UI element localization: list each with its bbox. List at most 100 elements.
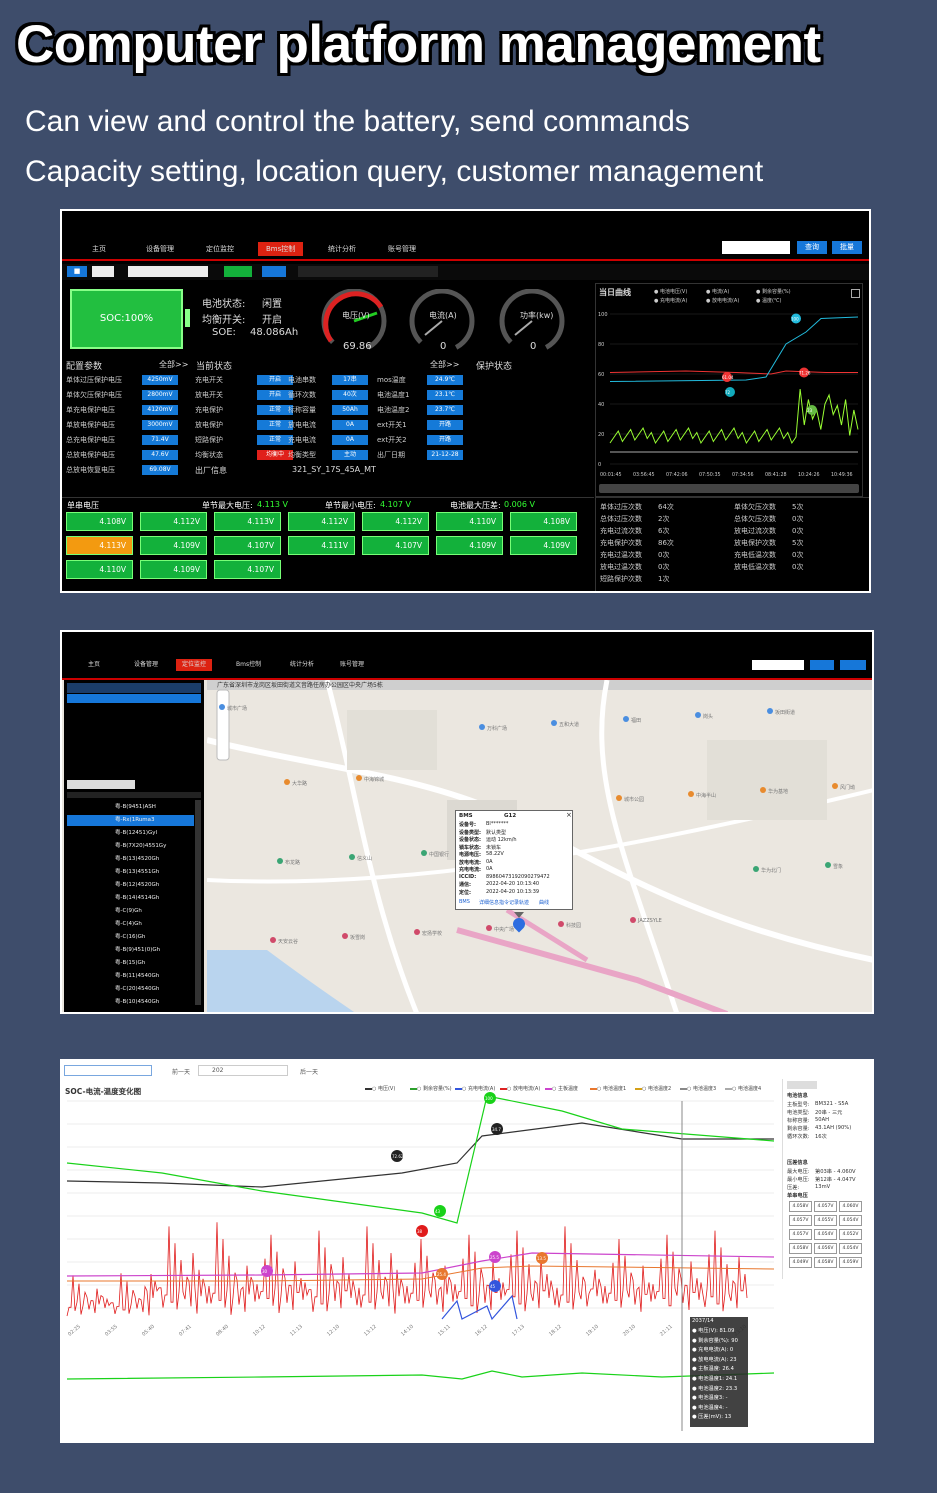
prot-right-key: 充电低温次数 <box>734 551 776 559</box>
state-value[interactable]: 23.1℃ <box>427 390 463 400</box>
nav-item[interactable]: 定位监控 <box>198 242 242 256</box>
device-list-item[interactable]: 粤-B(9451)ASH <box>67 802 194 813</box>
map-nav-item[interactable]: 账号管理 <box>334 659 370 671</box>
state-value[interactable]: 主动 <box>332 450 368 460</box>
curve-zoom-slider[interactable] <box>599 484 859 493</box>
config-value[interactable]: 3000mV <box>142 420 178 430</box>
poi-icon[interactable] <box>630 917 636 923</box>
device-list-item[interactable]: 粤-B(7X20)4551Gy <box>67 841 194 852</box>
map-nav-item[interactable]: Bms控制 <box>230 659 267 671</box>
map-nav-item[interactable]: 设备管理 <box>128 659 164 671</box>
device-search-input[interactable] <box>67 780 135 789</box>
config-value[interactable]: 4120mV <box>142 405 178 415</box>
state-value[interactable]: 40次 <box>332 390 368 400</box>
current-gauge-label: 电流(A) <box>429 311 457 320</box>
green-action-button[interactable] <box>224 266 252 277</box>
device-list-item[interactable]: 粤-C(20)4540Gh <box>67 984 194 995</box>
poi-icon[interactable] <box>479 724 485 730</box>
popup-value: 0A <box>486 858 493 865</box>
map-nav-item[interactable]: 统计分析 <box>284 659 320 671</box>
device-list-item[interactable]: 粤-B(9)451(0)Gh <box>67 945 194 956</box>
poi-icon[interactable] <box>349 854 355 860</box>
poi-icon[interactable] <box>414 929 420 935</box>
nav-item[interactable]: 账号管理 <box>380 242 424 256</box>
nav-item[interactable]: Bms控制 <box>258 242 304 256</box>
poi-icon[interactable] <box>551 720 557 726</box>
nav-item[interactable]: 设备管理 <box>138 242 182 256</box>
poi-icon[interactable] <box>688 791 694 797</box>
poi-icon[interactable] <box>753 866 759 872</box>
poi-icon[interactable] <box>486 925 492 931</box>
popup-link[interactable]: 曲线 <box>539 899 549 906</box>
device-list-item[interactable]: 粤-C(16)Gh <box>67 932 194 943</box>
page-title: Computer platform management <box>16 15 821 74</box>
export-button[interactable]: 批量 <box>832 241 862 254</box>
state-value[interactable]: 17串 <box>332 375 368 385</box>
map-nav-item[interactable]: 主页 <box>82 659 106 671</box>
device-list-item[interactable]: 粤-B(13)4551Gh <box>67 867 194 878</box>
device-list-item[interactable]: 粤-B(12451)Gyl <box>67 828 194 839</box>
config-value[interactable]: 4250mV <box>142 375 178 385</box>
balance-switch-value: 开启 <box>262 315 282 326</box>
config-value[interactable]: 2800mV <box>142 390 178 400</box>
device-list-item[interactable]: 粤-C(9)Gh <box>67 906 194 917</box>
map-export-button[interactable] <box>840 660 866 670</box>
device-list-item[interactable]: 粤-C(4)Gh <box>67 919 194 930</box>
device-select[interactable] <box>128 266 208 277</box>
list-scrollbar[interactable] <box>195 800 201 1005</box>
query-button[interactable]: 查询 <box>797 241 827 254</box>
poi-icon[interactable] <box>832 783 838 789</box>
popup-close-icon[interactable]: × <box>566 811 572 819</box>
max-diff-value: 0.006 V <box>504 500 535 509</box>
poi-icon[interactable] <box>356 775 362 781</box>
device-list-item[interactable]: 粤-B(12)4520Gh <box>67 880 194 891</box>
subtitle-line-1: Can view and control the battery, send c… <box>25 105 690 138</box>
poi-icon[interactable] <box>623 716 629 722</box>
map-query-button[interactable] <box>810 660 834 670</box>
popup-link[interactable]: 详细信息 <box>479 899 499 906</box>
state-value[interactable]: 23.7℃ <box>427 405 463 415</box>
side-cell: 4.054V <box>839 1215 862 1226</box>
poi-icon[interactable] <box>284 779 290 785</box>
poi-icon[interactable] <box>342 933 348 939</box>
state-value[interactable]: 开路 <box>427 435 463 445</box>
poi-icon[interactable] <box>616 795 622 801</box>
config-value[interactable]: 71.4V <box>142 435 178 445</box>
poi-icon[interactable] <box>760 787 766 793</box>
poi-icon[interactable] <box>695 712 701 718</box>
config-value[interactable]: 47.6V <box>142 450 178 460</box>
state-all-link[interactable]: 全部>> <box>430 359 459 370</box>
search-input[interactable] <box>722 241 790 254</box>
device-list-item[interactable]: 粤-B(10)4540Gh <box>67 997 194 1008</box>
device-list-item[interactable]: 粤-B(14)4514Gh <box>67 893 194 904</box>
state-value[interactable]: 50Ah <box>332 405 368 415</box>
device-list-item[interactable]: 粤-Rx(1Ruma3 <box>67 815 194 826</box>
config-all-link[interactable]: 全部>> <box>159 359 188 370</box>
device-list-item[interactable]: 粤-B(15)Gh <box>67 958 194 969</box>
poi-icon[interactable] <box>825 862 831 868</box>
poi-icon[interactable] <box>277 858 283 864</box>
poi-icon[interactable] <box>767 708 773 714</box>
selected-group[interactable] <box>67 694 201 703</box>
popup-link[interactable]: 轨迹 <box>519 899 529 906</box>
popup-link[interactable]: BMS <box>459 899 470 905</box>
device-list-item[interactable]: 粤-B(13)4520Gh <box>67 854 194 865</box>
poi-icon[interactable] <box>421 850 427 856</box>
state-value[interactable]: 0A <box>332 435 368 445</box>
config-value[interactable]: 69.08V <box>142 465 178 475</box>
popup-link[interactable]: 指令记录 <box>499 899 519 906</box>
map-canvas[interactable]: 广东省深圳市龙岗区坂田街道文音路任房办公园区中央广场5栋 城市广场中海锦城万科城… <box>207 680 872 1012</box>
state-value[interactable]: 21-12-28 <box>427 450 463 460</box>
state-value[interactable]: 0A <box>332 420 368 430</box>
state-value[interactable]: 开路 <box>427 420 463 430</box>
poi-icon[interactable] <box>558 921 564 927</box>
state-value[interactable]: 24.9℃ <box>427 375 463 385</box>
blue-action-button[interactable] <box>262 266 286 277</box>
map-search-input[interactable] <box>752 660 804 670</box>
map-nav-item[interactable]: 定位监控 <box>176 659 213 671</box>
nav-item[interactable]: 统计分析 <box>320 242 364 256</box>
device-list-item[interactable]: 粤-B(11)4540Gh <box>67 971 194 982</box>
nav-item[interactable]: 主页 <box>84 242 114 256</box>
poi-icon[interactable] <box>219 704 225 710</box>
poi-icon[interactable] <box>270 937 276 943</box>
